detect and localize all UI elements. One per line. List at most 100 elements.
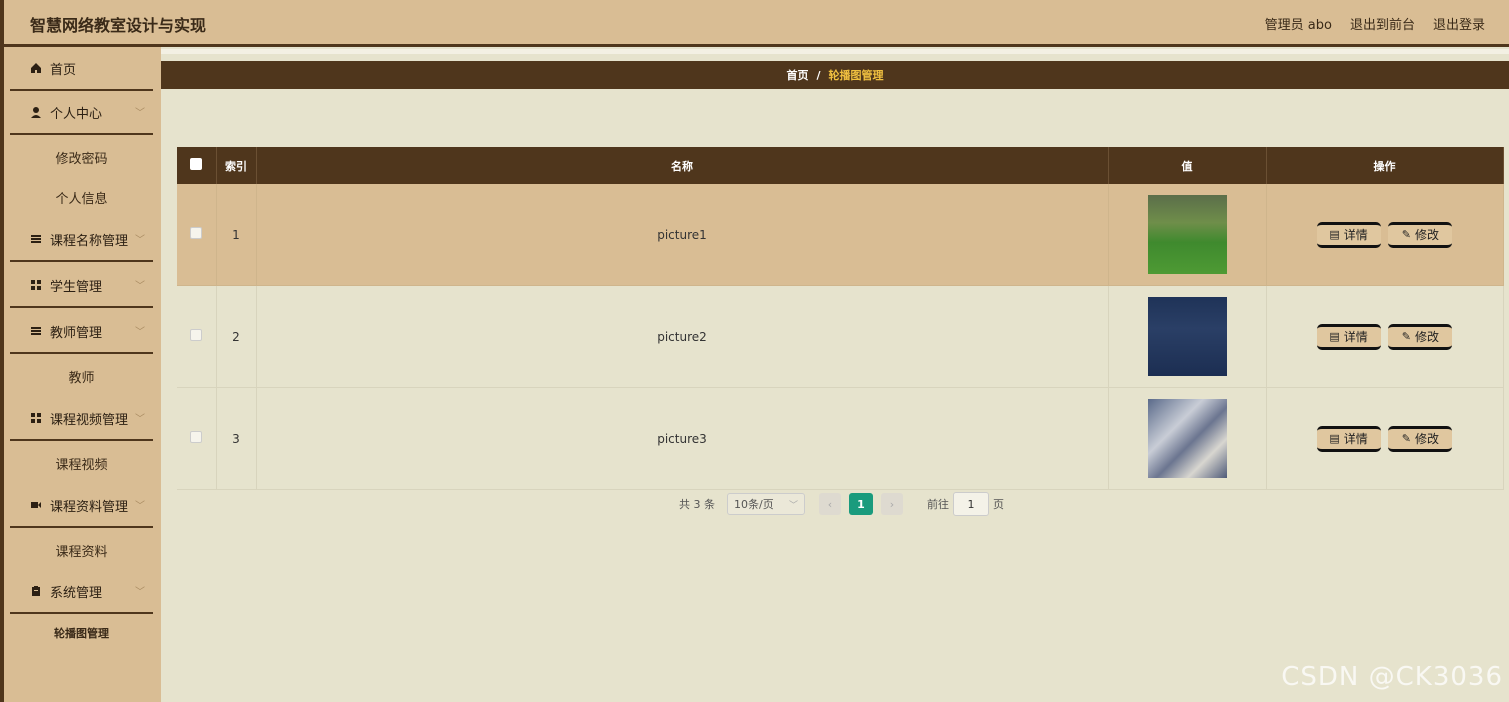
sidebar: 首页 个人中心 ﹀ 修改密码 个人信息 课程名称管理 ﹀ 学生管理 ﹀ 教师管理… [0, 47, 161, 702]
video-icon [30, 499, 42, 511]
pagination-total: 共 3 条 [679, 498, 715, 511]
list-icon [30, 233, 42, 245]
home-icon [30, 62, 42, 74]
table-row: 1 picture1 ▤ 详情 ✎ 修改 [177, 184, 1504, 286]
column-header-name: 名称 [256, 147, 1109, 184]
chevron-down-icon: ﹀ [788, 500, 798, 511]
document-icon: ▤ [1329, 330, 1340, 343]
chevron-down-icon: ﹀ [135, 501, 145, 512]
top-header: 智慧网络教室设计与实现 管理员 abo 退出到前台 退出登录 [0, 0, 1509, 47]
header-links: 管理员 abo 退出到前台 退出登录 [1265, 14, 1485, 33]
sidebar-item-label: 教师管理 [50, 325, 103, 341]
content-top-strip [161, 49, 1509, 54]
edit-button[interactable]: ✎ 修改 [1388, 425, 1453, 452]
sidebar-item-teacher[interactable]: 教师 [10, 358, 153, 394]
clipboard-icon [30, 585, 42, 597]
chevron-down-icon: ﹀ [135, 327, 145, 338]
watermark: CSDN @CK3036 [1281, 662, 1503, 692]
sidebar-edge [0, 47, 4, 702]
row-index: 1 [216, 184, 257, 286]
document-icon: ▤ [1329, 432, 1340, 445]
edit-button-label: 修改 [1415, 330, 1440, 344]
sidebar-item-course-video[interactable]: 课程视频 [10, 445, 153, 481]
chevron-down-icon: ﹀ [135, 281, 145, 292]
sidebar-item-label: 课程名称管理 [50, 233, 129, 249]
goto-page-input[interactable]: 1 [953, 492, 989, 516]
detail-button[interactable]: ▤ 详情 [1316, 221, 1381, 248]
row-thumbnail[interactable] [1147, 297, 1227, 376]
prev-page-button[interactable]: ‹ [819, 493, 841, 515]
sidebar-item-course-material[interactable]: 课程资料 [10, 532, 153, 568]
page-size-value: 10条/页 [734, 498, 774, 511]
next-page-button[interactable]: › [881, 493, 903, 515]
detail-button-label: 详情 [1343, 330, 1368, 344]
sidebar-item-teachers[interactable]: 教师管理 ﹀ [10, 310, 153, 354]
sidebar-item-system[interactable]: 系统管理 ﹀ [10, 570, 153, 614]
sidebar-item-label: 首页 [50, 62, 77, 78]
edit-button-label: 修改 [1415, 228, 1440, 242]
table-row: 2 picture2 ▤ 详情 ✎ 修改 [177, 285, 1504, 388]
row-name: picture2 [256, 285, 1109, 388]
sidebar-item-label: 课程视频管理 [50, 412, 129, 428]
row-name: picture1 [256, 184, 1109, 286]
sidebar-item-label: 系统管理 [50, 585, 103, 601]
detail-button-label: 详情 [1343, 228, 1368, 242]
header-edge [0, 0, 4, 47]
pagination: 共 3 条 10条/页 ﹀ ‹ 1 › 前往 1 页 [679, 492, 1004, 516]
edit-button[interactable]: ✎ 修改 [1388, 323, 1453, 350]
edit-button-label: 修改 [1415, 432, 1440, 446]
pencil-icon: ✎ [1401, 330, 1411, 343]
goto-label: 前往 [927, 498, 949, 511]
row-checkbox[interactable] [190, 431, 203, 443]
row-index: 3 [216, 387, 257, 490]
pencil-icon: ✎ [1401, 432, 1411, 445]
breadcrumb-home[interactable]: 首页 [786, 67, 808, 83]
sidebar-item-change-password[interactable]: 修改密码 [10, 139, 153, 175]
row-index: 2 [216, 285, 257, 388]
admin-user-label[interactable]: 管理员 abo [1265, 14, 1332, 33]
sidebar-item-personal[interactable]: 个人中心 ﹀ [10, 91, 153, 135]
detail-button-label: 详情 [1343, 432, 1368, 446]
sidebar-item-course-videos[interactable]: 课程视频管理 ﹀ [10, 397, 153, 441]
user-icon [30, 106, 42, 118]
table-header-row: 索引 名称 值 操作 [177, 147, 1504, 184]
logout-link[interactable]: 退出登录 [1433, 14, 1485, 33]
goto-page-suffix: 页 [993, 498, 1004, 511]
column-header-index: 索引 [216, 147, 257, 184]
page-number-button[interactable]: 1 [849, 493, 873, 515]
sidebar-item-profile[interactable]: 个人信息 [10, 179, 153, 215]
edit-button[interactable]: ✎ 修改 [1388, 221, 1453, 248]
pencil-icon: ✎ [1401, 228, 1411, 241]
detail-button[interactable]: ▤ 详情 [1316, 323, 1381, 350]
detail-button[interactable]: ▤ 详情 [1316, 425, 1381, 452]
carousel-table: 索引 名称 值 操作 1 picture1 ▤ 详情 ✎ 修改 2 picture2 [177, 147, 1504, 490]
column-header-actions: 操作 [1266, 147, 1504, 184]
sidebar-item-home[interactable]: 首页 [10, 47, 153, 91]
select-all-checkbox[interactable] [190, 158, 203, 170]
chevron-left-icon: ‹ [827, 497, 833, 511]
sidebar-item-students[interactable]: 学生管理 ﹀ [10, 264, 153, 308]
column-header-value: 值 [1108, 147, 1267, 184]
row-thumbnail[interactable] [1147, 399, 1227, 478]
document-icon: ▤ [1329, 228, 1340, 241]
grid-icon [30, 279, 42, 291]
row-checkbox[interactable] [190, 227, 203, 239]
page-size-select[interactable]: 10条/页 ﹀ [727, 493, 805, 515]
chevron-right-icon: › [889, 497, 895, 511]
row-checkbox[interactable] [190, 329, 203, 341]
sidebar-item-label: 个人中心 [50, 106, 103, 122]
grid-icon [30, 412, 42, 424]
sidebar-item-course-materials[interactable]: 课程资料管理 ﹀ [10, 484, 153, 528]
table-row: 3 picture3 ▤ 详情 ✎ 修改 [177, 387, 1504, 490]
sidebar-item-label: 学生管理 [50, 279, 103, 295]
sidebar-item-label: 课程资料管理 [50, 499, 129, 515]
row-thumbnail[interactable] [1147, 195, 1227, 274]
to-front-link[interactable]: 退出到前台 [1350, 14, 1415, 33]
sidebar-item-carousel[interactable]: 轮播图管理 [10, 615, 153, 651]
chevron-down-icon: ﹀ [135, 108, 145, 119]
breadcrumb-current: 轮播图管理 [828, 69, 884, 82]
breadcrumb: 首页 / 轮播图管理 [161, 61, 1509, 89]
sidebar-item-course-names[interactable]: 课程名称管理 ﹀ [10, 218, 153, 262]
select-all-header[interactable] [177, 147, 217, 184]
app-title: 智慧网络教室设计与实现 [30, 16, 207, 35]
